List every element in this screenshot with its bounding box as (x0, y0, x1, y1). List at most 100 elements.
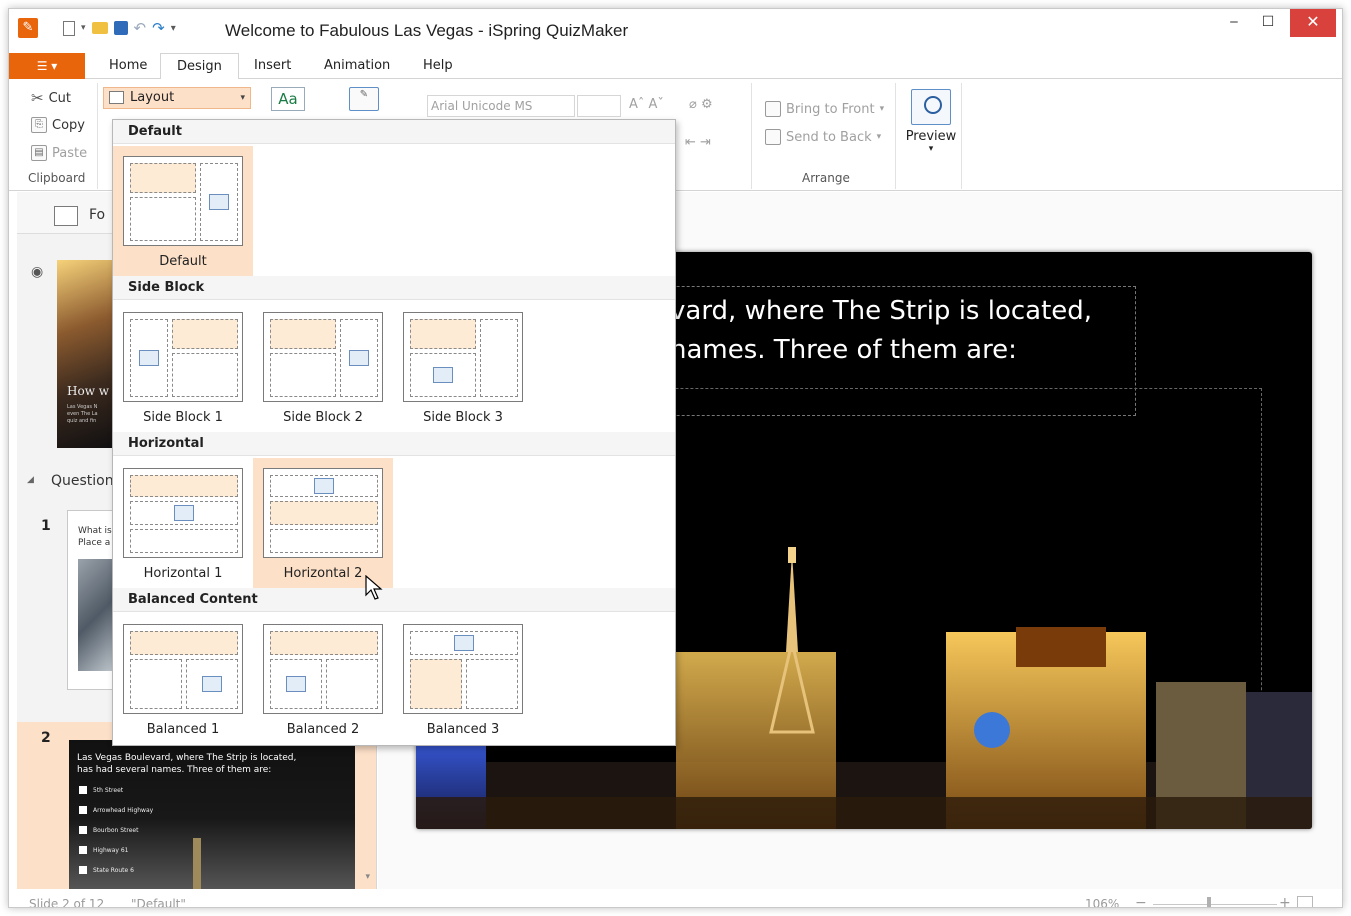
minimize-button[interactable]: ‒ (1216, 9, 1252, 37)
slide-thumbnail[interactable]: Las Vegas Boulevard, where The Strip is … (69, 740, 355, 897)
picture-icon (314, 478, 334, 494)
tab-help[interactable]: Help (407, 53, 469, 80)
media-placeholder (410, 631, 518, 655)
preview-button[interactable]: Preview ▾ (903, 89, 959, 159)
slide-count: Slide 2 of 12 (29, 897, 105, 908)
paste-label: Paste (52, 145, 88, 161)
cut-button[interactable]: ✂ Cut (31, 89, 71, 107)
content-placeholder (326, 659, 378, 709)
preview-magnifier-icon (911, 89, 951, 125)
ribbon-separator (961, 83, 962, 189)
window-title: Welcome to Fabulous Las Vegas - iSpring … (225, 21, 629, 40)
undo-icon[interactable]: ↶ (134, 19, 147, 37)
slide-row-2[interactable]: 2 Las Vegas Boulevard, where The Strip i… (17, 722, 376, 897)
content-placeholder (480, 319, 518, 397)
tab-insert[interactable]: Insert (238, 53, 307, 80)
chevron-down-icon: ▾ (879, 104, 885, 114)
font-family-select[interactable]: Arial Unicode MS (427, 95, 575, 117)
clipboard-group-label: Clipboard (28, 171, 86, 185)
format-painter-button[interactable]: ✎ (349, 87, 379, 111)
open-folder-icon[interactable] (91, 22, 108, 34)
tab-animation[interactable]: Animation (308, 53, 406, 80)
redo-icon[interactable]: ↷ (152, 19, 165, 37)
copy-button[interactable]: ⎘ Copy (31, 117, 85, 133)
layout-option-balanced-2[interactable]: Balanced 2 (253, 614, 393, 746)
layout-option-label: Balanced 1 (146, 722, 220, 737)
ribbon-separator (895, 83, 896, 189)
question-text[interactable]: vard, where The Strip is located, names.… (670, 292, 1092, 370)
eye-icon[interactable]: ◉ (31, 264, 43, 280)
layout-dropdown-button[interactable]: Layout ▾ (103, 87, 251, 109)
picture-icon (286, 676, 306, 692)
title-placeholder (130, 631, 238, 655)
mouse-cursor-icon (365, 575, 383, 600)
app-logo-icon[interactable]: ✎ (18, 18, 38, 38)
ribbon-tab-bar: ☰ ▾ Home Design Insert Animation Help (9, 53, 1342, 80)
title-placeholder (270, 631, 378, 655)
title-placeholder (130, 475, 238, 497)
layout-option-label: Horizontal 1 (143, 566, 223, 581)
content-placeholder (270, 529, 378, 553)
send-to-back-label: Send to Back (786, 129, 872, 145)
layout-option-side-block-1[interactable]: Side Block 1 (113, 302, 253, 434)
zoom-slider-track[interactable] (1153, 904, 1277, 905)
themes-button[interactable]: Aa (271, 87, 305, 111)
thumb-option: State Route 6 (79, 866, 134, 874)
file-menu-tab[interactable]: ☰ ▾ (9, 53, 85, 79)
picture-icon (454, 635, 474, 651)
zoom-in-icon[interactable]: + (1279, 895, 1291, 907)
title-placeholder (270, 501, 378, 525)
send-to-back-button[interactable]: Send to Back ▾ (765, 129, 881, 145)
dropdown-arrow-icon[interactable]: ▾ (81, 23, 86, 33)
layout-icon (109, 91, 124, 104)
layout-option-balanced-3[interactable]: Balanced 3 (393, 614, 533, 746)
content-placeholder (130, 529, 238, 553)
panel-header-label[interactable]: Fo (89, 207, 105, 223)
tab-home[interactable]: Home (93, 53, 163, 80)
layout-option-side-block-3[interactable]: Side Block 3 (393, 302, 533, 434)
bring-to-front-button[interactable]: Bring to Front ▾ (765, 101, 884, 117)
preview-label: Preview (905, 129, 957, 144)
indent-buttons[interactable]: ⇤ ⇥ (685, 135, 711, 150)
app-window: ✎ ▾ ↶ ↷ ▾ Welcome to Fabulous Las Vegas … (8, 8, 1343, 908)
layout-preview (403, 624, 523, 714)
layout-option-horizontal-2[interactable]: Horizontal 2 (253, 458, 393, 590)
section-header-side-block: Side Block (113, 276, 675, 300)
layout-option-label: Balanced 3 (426, 722, 500, 737)
clear-format-button[interactable]: ⌀ ⚙ (689, 97, 713, 112)
picture-icon (202, 676, 222, 692)
maximize-button[interactable]: ☐ (1250, 9, 1286, 37)
thumb-option-label: Bourbon Street (93, 826, 139, 834)
indent-icon: ⇤ ⇥ (685, 135, 711, 150)
content-placeholder (172, 353, 238, 397)
layout-option-horizontal-1[interactable]: Horizontal 1 (113, 458, 253, 590)
picture-icon (349, 350, 369, 366)
layout-option-label: Side Block 1 (143, 410, 223, 425)
layout-name: "Default" (131, 897, 186, 908)
thumb-option: Arrowhead Highway (79, 806, 153, 814)
font-grow-button[interactable]: Aˆ Aˇ (629, 97, 664, 112)
content-placeholder (130, 659, 182, 709)
tab-design[interactable]: Design (160, 53, 239, 80)
layout-option-side-block-2[interactable]: Side Block 2 (253, 302, 393, 434)
scroll-down-icon[interactable]: ▾ (365, 872, 370, 882)
save-icon[interactable] (113, 21, 128, 35)
list-view-icon[interactable] (54, 206, 78, 226)
status-bar: Slide 2 of 12 "Default" 106% − + (9, 889, 1342, 908)
media-placeholder (340, 319, 378, 397)
intro-slide-title: How w (67, 384, 110, 398)
close-button[interactable]: ✕ (1290, 9, 1336, 37)
font-size-select[interactable] (577, 95, 621, 117)
picture-icon (174, 505, 194, 521)
paste-button[interactable]: ▤ Paste (31, 145, 87, 161)
fit-to-window-icon[interactable] (1297, 896, 1313, 907)
zoom-slider-thumb[interactable] (1207, 897, 1211, 907)
new-file-icon[interactable] (63, 20, 75, 36)
layout-option-balanced-1[interactable]: Balanced 1 (113, 614, 253, 746)
layout-preview (123, 468, 243, 558)
zoom-level[interactable]: 106% (1085, 897, 1119, 907)
layout-option-default[interactable]: Default (113, 146, 253, 278)
zoom-out-icon[interactable]: − (1135, 895, 1147, 907)
customize-qat-icon[interactable]: ▾ (171, 23, 176, 34)
format-painter-icon: ✎ (349, 87, 379, 111)
